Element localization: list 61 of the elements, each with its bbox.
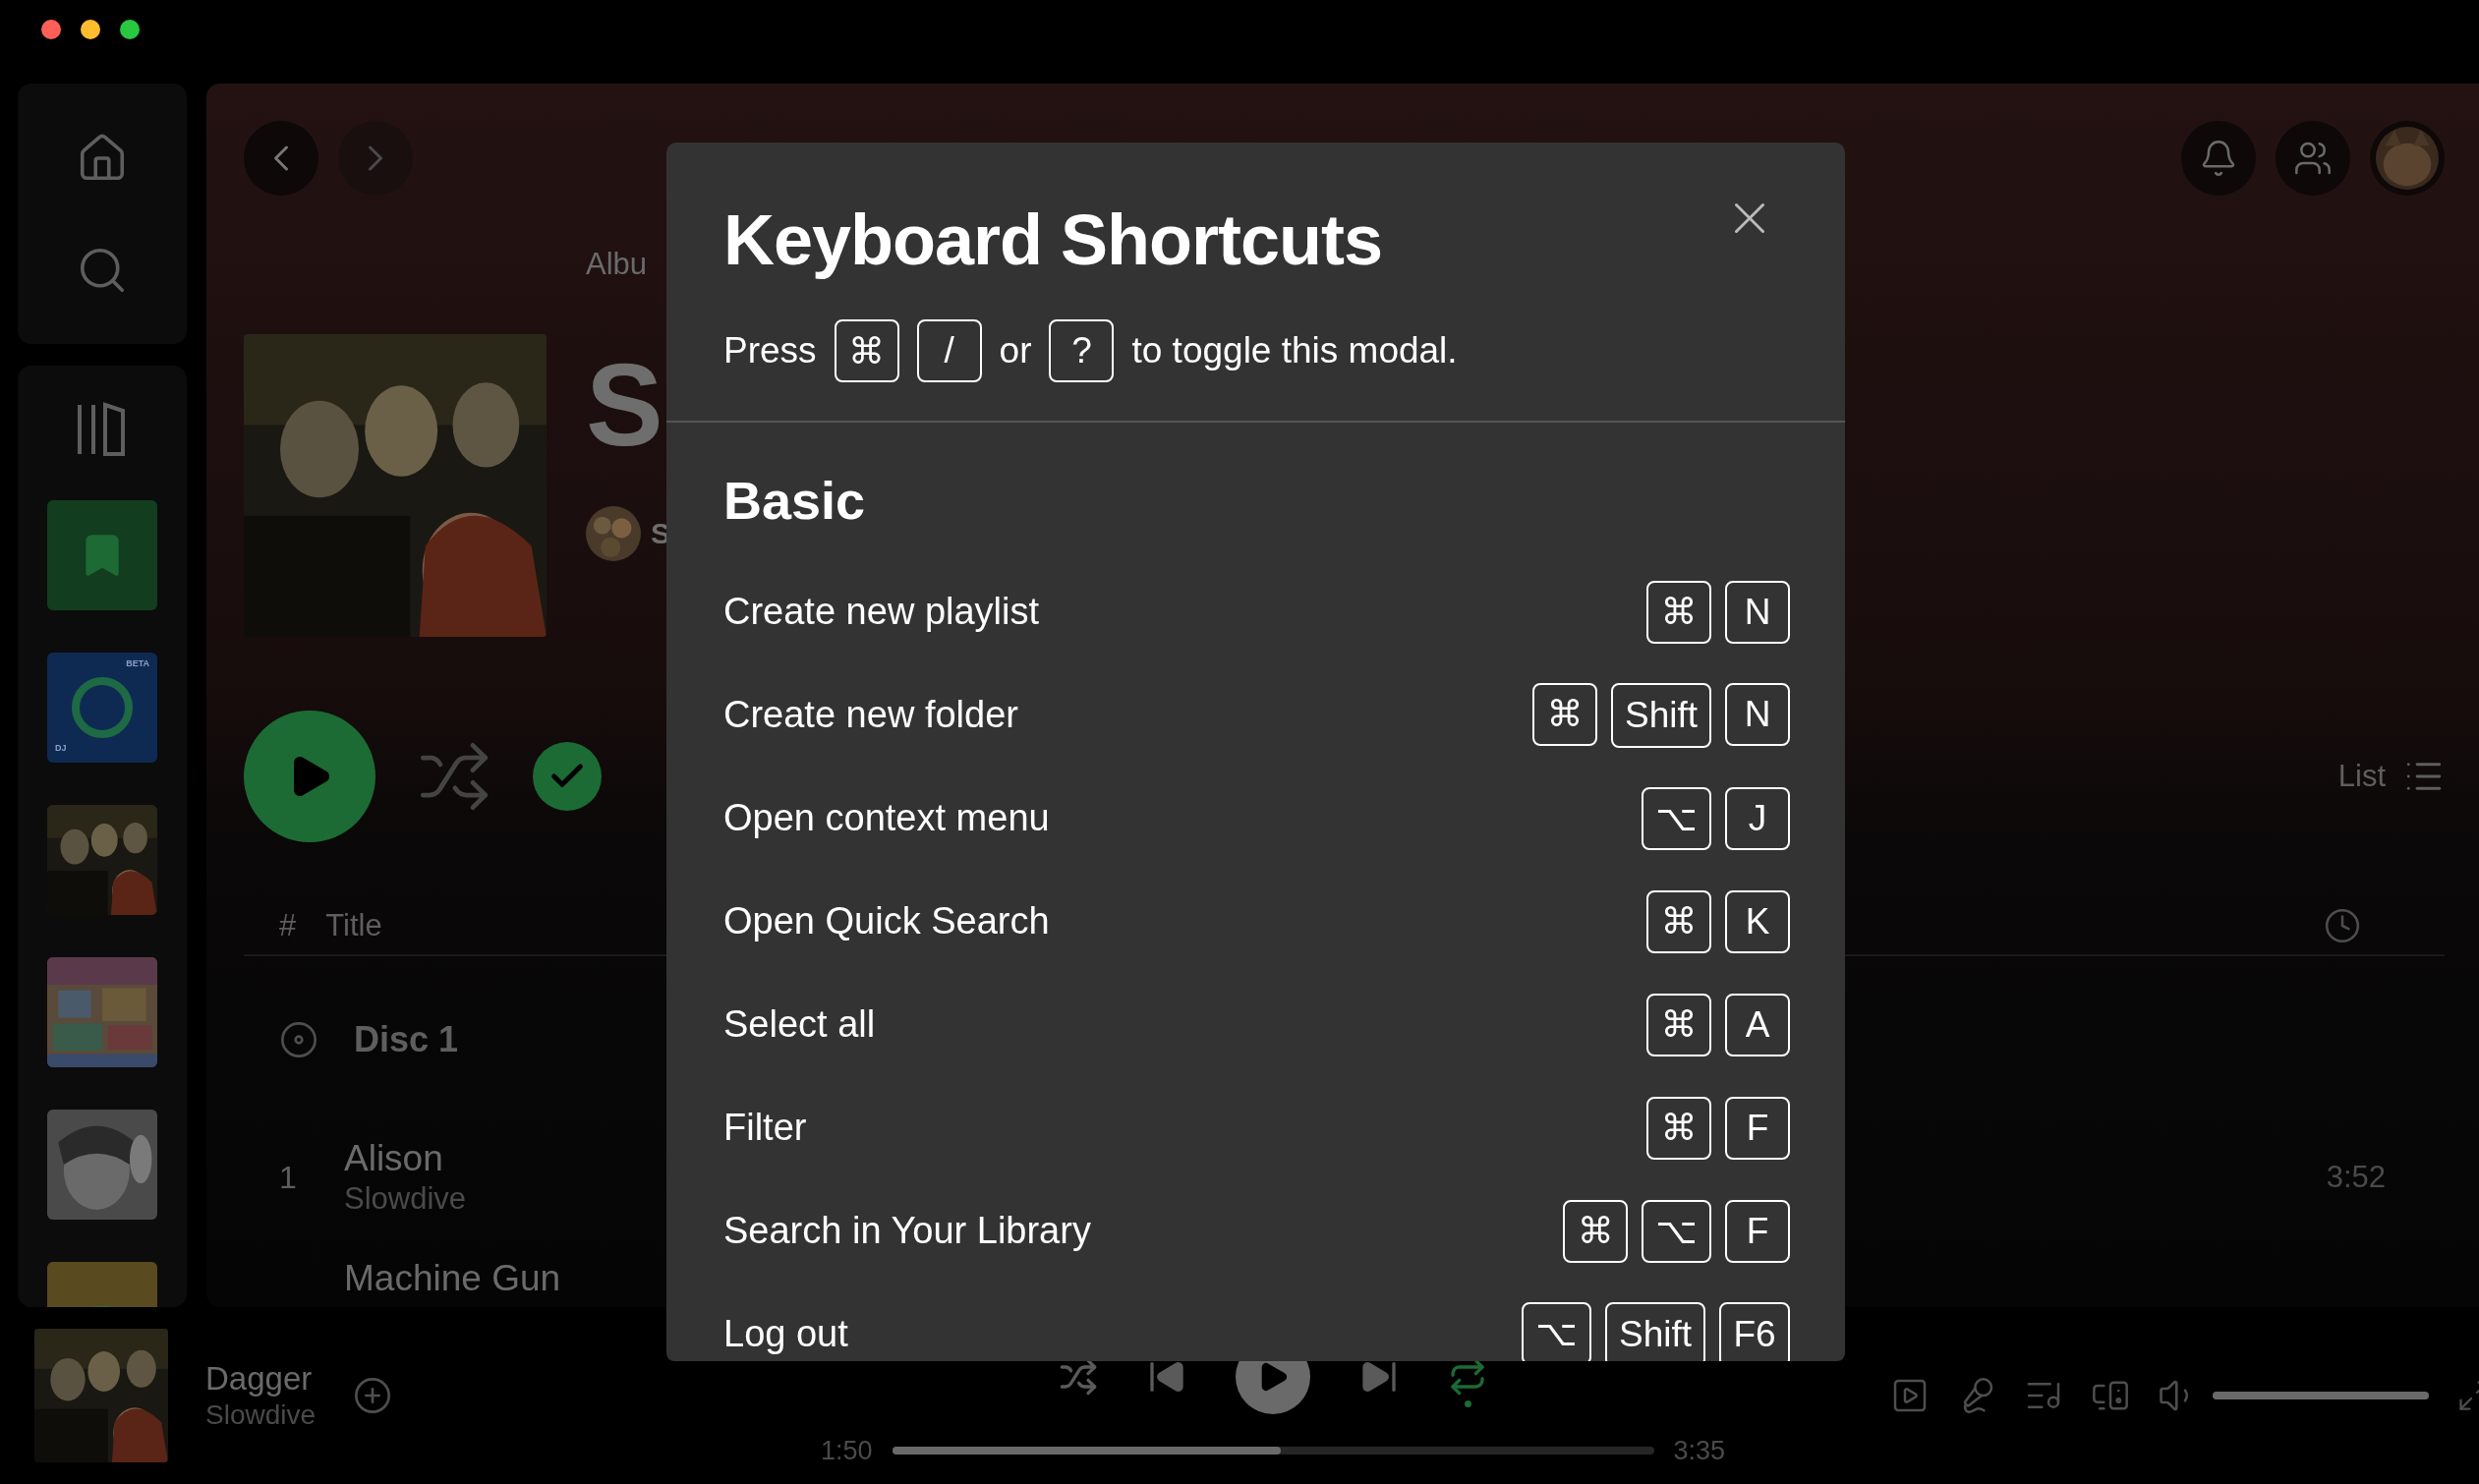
saved-tile[interactable] (47, 500, 157, 610)
disc-label: Disc 1 (354, 1019, 459, 1060)
track-title: Dagger (205, 1360, 314, 1398)
key-cap: ? (1049, 319, 1115, 382)
shortcut-label: Select all (723, 1003, 876, 1046)
dialog-title: Keyboard Shortcuts (723, 200, 1383, 281)
key-cap: ⌘ (1531, 682, 1597, 746)
column-header: Title (325, 908, 382, 943)
key-cap: N (1725, 682, 1790, 746)
window-button[interactable] (41, 20, 61, 39)
key-cap: ⌥ (1642, 1199, 1711, 1263)
column-header: # (279, 908, 297, 943)
hint-text: or (999, 330, 1032, 371)
track-artist: Slowdive (344, 1181, 467, 1217)
key-cap: / (916, 319, 982, 382)
window-button[interactable] (120, 20, 140, 39)
track-artist: Slowdive (205, 1399, 317, 1431)
clock-icon (2324, 907, 2361, 944)
shortcut-label: Open context menu (723, 797, 1050, 839)
key-cap: ⌘ (1646, 580, 1711, 644)
album-title: S (586, 339, 664, 472)
shortcut-label: Open Quick Search (723, 900, 1050, 942)
elapsed-time: 1:50 (821, 1435, 873, 1466)
key-cap: N (1725, 580, 1790, 644)
key-cap: A (1725, 993, 1790, 1056)
key-cap: F (1725, 1096, 1790, 1160)
key-cap: ⌘ (1646, 993, 1711, 1056)
track-number: 1 (279, 1159, 298, 1196)
view-label[interactable]: List (2337, 759, 2386, 794)
shortcut-label: Create new playlist (723, 591, 1040, 633)
key-cap: F6 (1719, 1301, 1790, 1361)
key-cap: Shift (1604, 1301, 1705, 1361)
section-heading: Basic (723, 470, 867, 532)
shortcut-label: Search in Your Library (723, 1210, 1091, 1252)
dj-label: DJ (55, 743, 67, 753)
hint-text: Press (723, 330, 817, 371)
key-cap: ⌘ (1646, 1096, 1711, 1160)
dj-tile[interactable]: BETA DJ (47, 653, 157, 763)
key-cap: J (1725, 786, 1790, 850)
beta-label: BETA (126, 658, 149, 668)
key-cap: K (1725, 889, 1790, 953)
key-cap: ⌥ (1522, 1301, 1591, 1361)
key-cap: F (1725, 1199, 1790, 1263)
shortcut-label: Filter (723, 1107, 807, 1149)
add-icon[interactable] (353, 1376, 393, 1415)
shortcut-label: Log out (723, 1313, 848, 1355)
shortcut-label: Create new folder (723, 694, 1018, 736)
key-cap: ⌥ (1642, 786, 1711, 850)
window-button[interactable] (81, 20, 100, 39)
key-cap: Shift (1610, 682, 1711, 748)
track-duration: 3:52 (2326, 1160, 2386, 1195)
hint-text: to toggle this modal. (1131, 330, 1458, 371)
key-cap: ⌘ (1563, 1199, 1629, 1263)
ring-icon (70, 675, 135, 740)
track-title: Alison (344, 1138, 444, 1179)
total-time: 3:35 (1673, 1435, 1726, 1466)
track-title: Machine Gun (344, 1257, 561, 1300)
key-cap: ⌘ (834, 319, 899, 382)
disc-icon (279, 1020, 318, 1059)
key-cap: ⌘ (1646, 889, 1711, 953)
album-type-label: Albu (586, 247, 649, 282)
